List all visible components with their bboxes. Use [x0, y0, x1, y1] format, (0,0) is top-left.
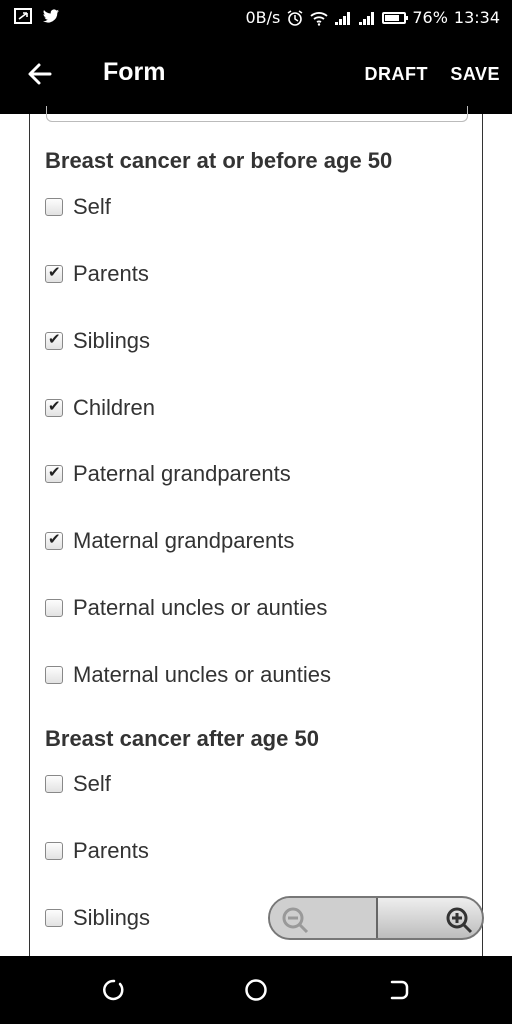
- checkbox-self[interactable]: Self: [45, 194, 111, 220]
- form-container: Breast cancer at or before age 50 Self P…: [29, 106, 483, 956]
- status-bar: 0B/s 76% 13:34: [0, 0, 512, 36]
- checkbox-label: Self: [73, 771, 111, 796]
- checkbox-label: Maternal grandparents: [73, 528, 295, 553]
- section-title: Breast cancer after age 50: [45, 726, 319, 751]
- checkbox[interactable]: [45, 397, 63, 417]
- checkbox[interactable]: [45, 463, 63, 483]
- signal-icon: [334, 10, 352, 26]
- checkbox-paternal-grandparents[interactable]: Paternal grandparents: [45, 461, 291, 487]
- zoom-control: [268, 896, 484, 940]
- checkbox-label: Children: [73, 395, 155, 420]
- save-button[interactable]: SAVE: [450, 64, 500, 85]
- home-icon[interactable]: [242, 976, 270, 1004]
- app-bar: Form DRAFT SAVE: [0, 36, 512, 114]
- back-arrow-icon[interactable]: [24, 58, 56, 90]
- network-speed: 0B/s: [245, 8, 281, 27]
- section-title: Breast cancer at or before age 50: [45, 148, 393, 173]
- checkbox[interactable]: [45, 263, 63, 283]
- zoom-out-button[interactable]: [270, 898, 378, 938]
- checkbox[interactable]: [45, 775, 63, 793]
- checkbox[interactable]: [45, 842, 63, 860]
- checkbox-label: Paternal uncles or aunties: [73, 595, 328, 620]
- recent-apps-icon[interactable]: [100, 976, 128, 1004]
- zoom-in-button[interactable]: [374, 898, 482, 938]
- alarm-icon: [286, 9, 304, 26]
- checkbox-siblings[interactable]: Siblings: [45, 328, 150, 354]
- checkbox-label: Parents: [73, 261, 149, 286]
- checkbox-label: Parents: [73, 838, 149, 863]
- checkbox[interactable]: [45, 530, 63, 550]
- battery-percent: 76%: [412, 8, 448, 27]
- page-title: Form: [103, 58, 166, 86]
- checkbox-label: Paternal grandparents: [73, 461, 291, 486]
- screenshot-icon: [14, 8, 32, 24]
- signal-icon: [358, 10, 376, 26]
- checkbox[interactable]: [45, 666, 63, 684]
- checkbox[interactable]: [45, 599, 63, 617]
- checkbox-label: Self: [73, 194, 111, 219]
- checkbox[interactable]: [45, 330, 63, 350]
- checkbox-label: Maternal uncles or aunties: [73, 662, 332, 687]
- back-nav-icon[interactable]: [384, 976, 412, 1004]
- clock: 13:34: [453, 8, 500, 27]
- wifi-icon: [310, 10, 328, 26]
- checkbox-siblings[interactable]: Siblings: [45, 905, 150, 931]
- checkbox-maternal-uncles-aunties[interactable]: Maternal uncles or aunties: [45, 662, 331, 688]
- draft-button[interactable]: DRAFT: [365, 64, 429, 85]
- checkbox-parents[interactable]: Parents: [45, 261, 149, 287]
- checkbox[interactable]: [45, 198, 63, 216]
- battery-level: [385, 14, 399, 21]
- zoom-out-icon: [282, 907, 309, 934]
- battery-icon: [382, 11, 409, 24]
- checkbox[interactable]: [45, 909, 63, 927]
- zoom-in-icon: [446, 907, 473, 934]
- checkbox-self[interactable]: Self: [45, 771, 111, 797]
- checkbox-maternal-grandparents[interactable]: Maternal grandparents: [45, 528, 294, 554]
- twitter-icon: [42, 8, 60, 24]
- checkbox-label: Siblings: [73, 328, 151, 353]
- system-nav-bar: [0, 956, 512, 1024]
- checkbox-parents[interactable]: Parents: [45, 838, 149, 864]
- previous-field-input[interactable]: [46, 106, 468, 122]
- checkbox-paternal-uncles-aunties[interactable]: Paternal uncles or aunties: [45, 595, 327, 621]
- checkbox-children[interactable]: Children: [45, 395, 155, 421]
- checkbox-label: Siblings: [73, 905, 151, 930]
